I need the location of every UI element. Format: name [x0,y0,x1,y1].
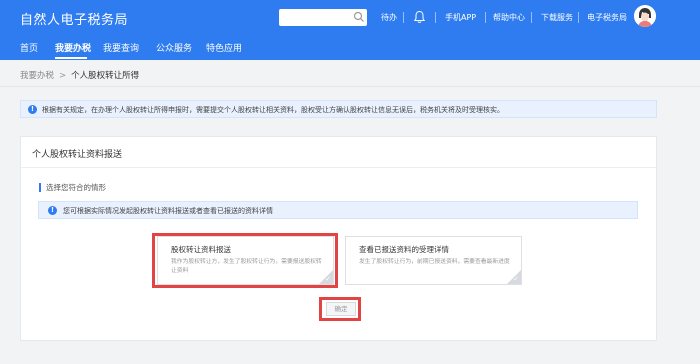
highlight-box [152,233,338,288]
nav-divider [435,12,436,23]
card-description: 发生了股权转让行为，前期已报送资料，需要查看最新进度 [359,259,510,265]
nav-divider [485,12,486,23]
panel-divider [21,167,656,168]
tab-public-service[interactable]: 公众服务 [156,41,192,54]
nav-divider [531,12,532,23]
breadcrumb-arrow: > [59,71,67,81]
breadcrumb-current: 个人股权转让所得 [71,71,140,81]
tab-tax-handling[interactable]: 我要办税 [55,41,91,54]
top-header: 自然人电子税务局 待办 手机APP 帮助中心 下载服务 电子税务局 首页 我要办… [0,0,700,60]
mobile-app-link[interactable]: 手机APP [445,12,476,23]
notice-banner: ! 根据有关规定，在办理个人股权转让所得申报时，需要提交个人股权转让相关资料，股… [20,100,657,118]
search-icon[interactable] [353,11,365,23]
help-center-link[interactable]: 帮助中心 [493,12,525,23]
highlight-box [319,297,361,321]
nav-divider [403,12,404,23]
avatar[interactable] [634,5,656,27]
breadcrumb: 我要办税 > 个人股权转让所得 [20,69,139,81]
check-icon: ✓ [513,275,519,283]
breadcrumb-divider [0,86,700,87]
etax-link[interactable]: 电子税务局 [587,12,627,23]
panel-title: 个人股权转让资料报送 [32,150,123,160]
hint-banner: ! 您可根据实际情况发起股权转让资料报送或者查看已报送的资料详情 [38,201,638,219]
breadcrumb-parent[interactable]: 我要办税 [20,71,54,81]
card-title: 查看已报送资料的受理详情 [359,245,449,254]
site-brand[interactable]: 自然人电子税务局 [20,9,128,28]
bell-icon[interactable] [413,10,426,24]
download-link[interactable]: 下载服务 [541,12,573,23]
info-icon: ! [48,206,57,215]
active-tab-indicator [55,57,87,59]
todo-link[interactable]: 待办 [381,12,397,23]
equity-transfer-panel: 个人股权转让资料报送 选择您符合的情形 ! 您可根据实际情况发起股权转让资料报送… [20,136,657,341]
hint-text: 您可根据实际情况发起股权转让资料报送或者查看已报送的资料详情 [63,207,273,215]
tab-home[interactable]: 首页 [20,41,38,54]
option-card-view-progress[interactable]: 查看已报送资料的受理详情 发生了股权转让行为，前期已报送资料，需要查看最新进度 … [345,236,522,285]
user-avatar-icon [634,5,656,27]
info-icon: ! [28,105,37,114]
notice-text: 根据有关规定，在办理个人股权转让所得申报时，需要提交个人股权转让相关资料，股权受… [42,106,504,114]
tab-query[interactable]: 我要查询 [103,41,139,54]
section-label: 选择您符合的情形 [39,183,106,192]
tab-featured-apps[interactable]: 特色应用 [206,41,242,54]
nav-divider [578,12,579,23]
